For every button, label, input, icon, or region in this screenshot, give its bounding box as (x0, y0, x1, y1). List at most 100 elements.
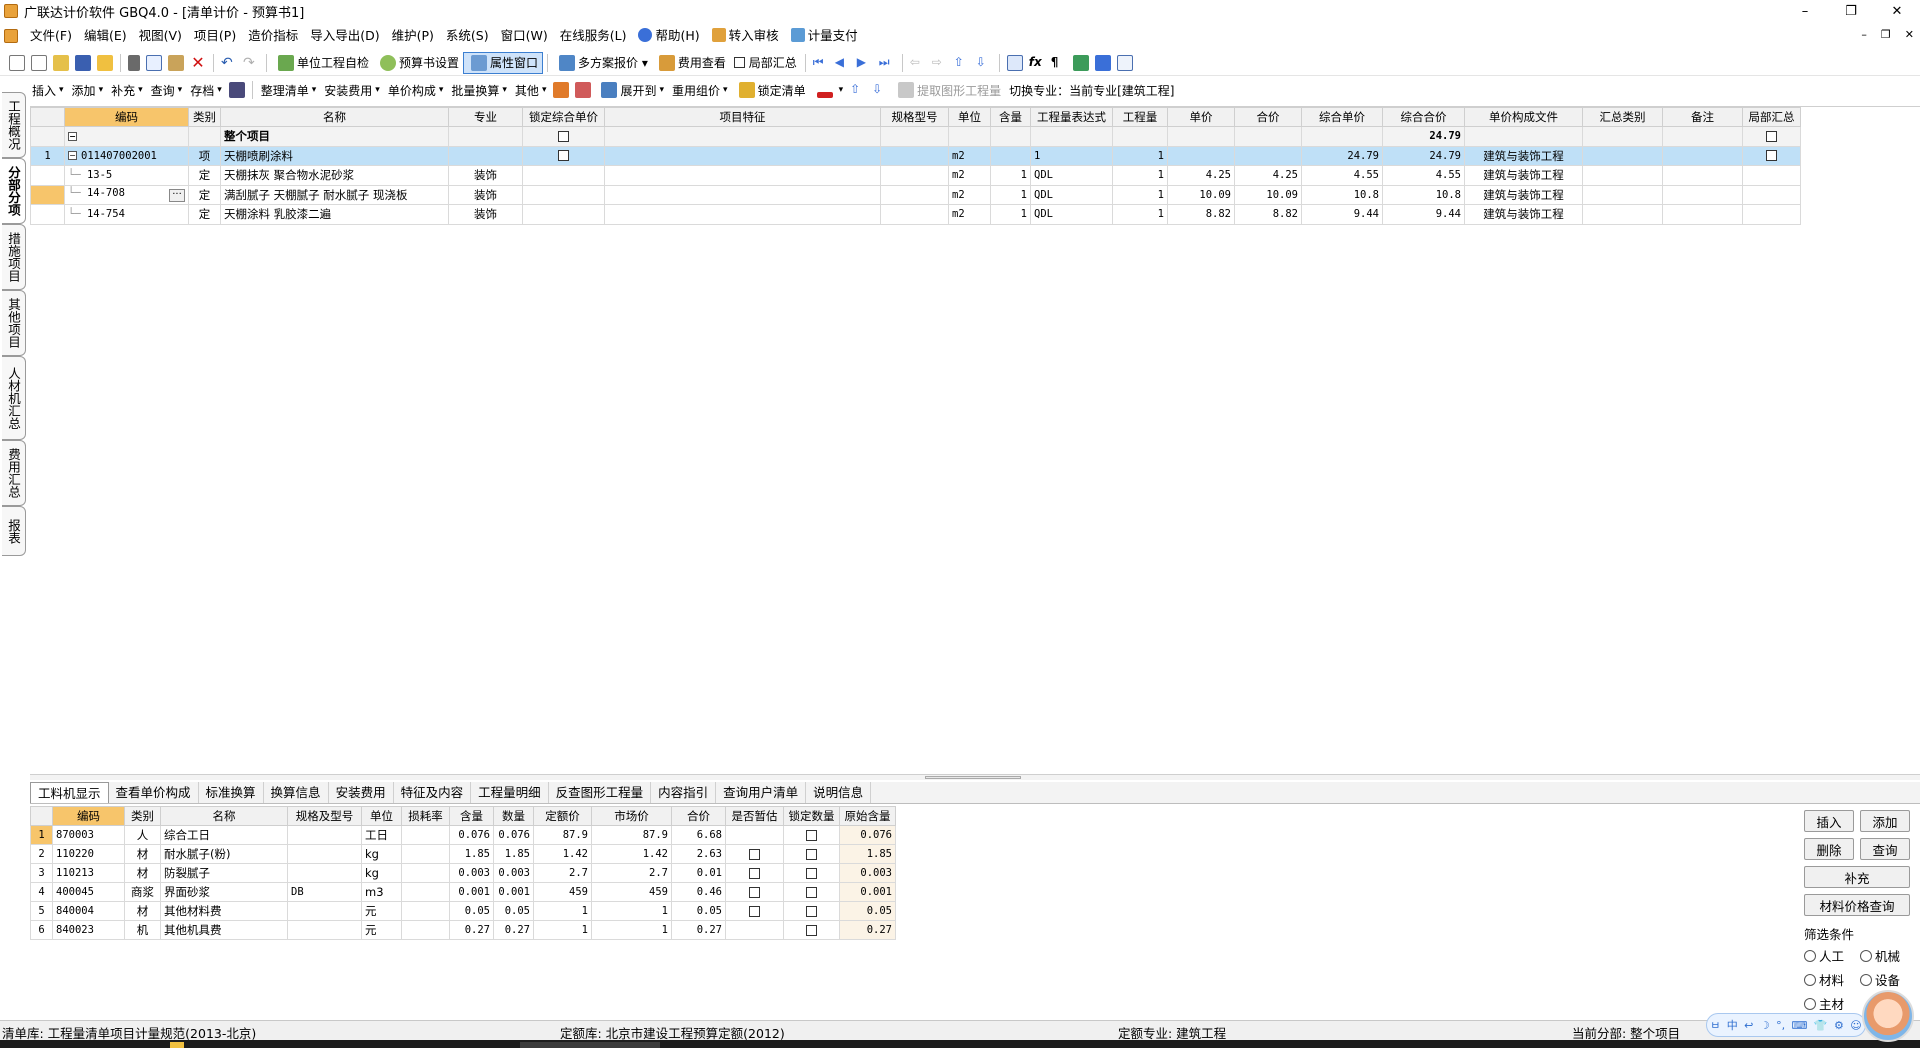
loss-rate-cell[interactable] (401, 825, 450, 845)
qty-cell[interactable]: 0.003 (493, 863, 534, 883)
budget-settings-button[interactable]: 预算书设置 (373, 52, 463, 74)
filter-material-radio[interactable]: 材料 (1804, 970, 1844, 989)
type-cell[interactable]: 定 (188, 204, 221, 225)
ime-toolbar[interactable]: ㅂ 中 ↩ ☽ °, ⌨ 👕 ⚙ ☺ (1706, 1013, 1866, 1037)
unit-cell[interactable]: m2 (948, 204, 991, 225)
checkbox-icon[interactable] (806, 848, 817, 860)
qty-cell[interactable]: 0.076 (493, 825, 534, 845)
ime-lang-icon[interactable]: 中 (1727, 1017, 1738, 1033)
loss-rate-cell[interactable] (401, 863, 450, 883)
menu-import-export[interactable]: 导入导出(D) (304, 24, 385, 48)
market-price-cell[interactable]: 1.42 (591, 844, 672, 864)
code-cell[interactable]: 400045 (52, 882, 125, 902)
mdi-close-button[interactable]: ✕ (1905, 28, 1914, 41)
tab-install-fee[interactable]: 安装费用 (329, 782, 394, 803)
amount-cell[interactable]: 6.68 (671, 825, 726, 845)
amount-cell[interactable]: 2.63 (671, 844, 726, 864)
amount-cell[interactable]: 8.82 (1234, 204, 1302, 225)
table-row[interactable]: 2 110220 材耐水腻子(粉) kg 1.85 1.85 1.42 1.42 2.63 1.8… (30, 844, 896, 864)
loss-rate-cell[interactable] (401, 882, 450, 902)
tab-unit-price-composition[interactable]: 查看单价构成 (109, 782, 199, 803)
quota-price-cell[interactable]: 2.7 (533, 863, 592, 883)
tab-measures[interactable]: 措施项目 (2, 224, 26, 290)
tab-report[interactable]: 报表 (2, 506, 26, 556)
original-content-cell[interactable]: 0.05 (839, 901, 896, 921)
column-header[interactable]: 合价 (671, 806, 726, 826)
reuse-price-dropdown[interactable]: 重用组价 (668, 79, 732, 101)
spec-cell[interactable] (287, 844, 362, 864)
content-cell[interactable]: 1 (990, 165, 1031, 186)
checkbox-icon[interactable] (806, 905, 817, 917)
tab-features-content[interactable]: 特征及内容 (394, 782, 472, 803)
column-header[interactable]: 规格及型号 (287, 806, 362, 826)
unit-cell[interactable]: m2 (948, 145, 991, 166)
new-template-icon[interactable] (31, 54, 47, 71)
open-icon[interactable] (53, 54, 69, 71)
comp-price-cell[interactable]: 10.8 (1301, 184, 1383, 205)
expr-cell[interactable]: 1 (1030, 145, 1113, 166)
amount-cell[interactable]: 0.27 (671, 920, 726, 940)
name-cell[interactable]: 界面砂浆 (160, 882, 288, 902)
estimate-cell[interactable] (725, 844, 784, 864)
type-cell[interactable]: 商浆 (124, 882, 161, 902)
column-header[interactable]: 含量 (449, 806, 494, 826)
cut-icon[interactable] (128, 54, 140, 71)
price-file-cell[interactable]: 建筑与装饰工程 (1464, 184, 1583, 205)
unit-cell[interactable]: 元 (361, 920, 402, 940)
comp-amount-cell[interactable]: 10.8 (1382, 184, 1465, 205)
checkbox-icon[interactable] (1766, 130, 1777, 142)
menu-system[interactable]: 系统(S) (440, 24, 495, 48)
delete-button[interactable]: 删除 (1804, 838, 1854, 860)
market-price-cell[interactable]: 87.9 (591, 825, 672, 845)
estimate-cell[interactable] (725, 825, 784, 845)
type-cell[interactable]: 项 (188, 145, 221, 166)
code-cell[interactable]: 840023 (52, 920, 125, 940)
new-file-icon[interactable] (9, 54, 25, 71)
amount-cell[interactable]: 10.09 (1234, 184, 1302, 205)
column-header[interactable]: 综合单价 (1301, 107, 1383, 127)
filter-machine-radio[interactable]: 机械 (1860, 946, 1900, 965)
mdi-minimize-button[interactable]: – (1861, 28, 1867, 41)
table-row[interactable]: 3 110213 材防裂腻子 kg 0.003 0.003 2.7 2.7 0.01 0.003 (30, 863, 896, 883)
close-button[interactable]: ✕ (1874, 0, 1920, 22)
switch-major-label[interactable]: 切换专业：当前专业[建筑工程] (1005, 79, 1178, 101)
move-down-icon[interactable]: ⇩ (976, 55, 992, 71)
move-right-icon[interactable]: ⇨ (932, 55, 948, 71)
checkbox-icon[interactable] (558, 150, 569, 162)
unit-cell[interactable]: kg (361, 844, 402, 864)
menu-edit[interactable]: 编辑(E) (78, 24, 133, 48)
spec-cell[interactable]: DB (287, 882, 362, 902)
tab-labor-material-display[interactable]: 工料机显示 (30, 782, 109, 803)
lock-qty-cell[interactable] (783, 844, 840, 864)
content-cell[interactable]: 1.85 (449, 844, 494, 864)
content-cell[interactable]: 0.001 (449, 882, 494, 902)
batch-convert-dropdown[interactable]: 批量换算 (447, 79, 511, 101)
column-header[interactable]: 综合合价 (1382, 107, 1465, 127)
lock-price-cell[interactable] (522, 126, 605, 147)
link-icon[interactable] (575, 82, 592, 98)
lock-qty-cell[interactable] (783, 901, 840, 921)
menu-help[interactable]: 帮助(H) (632, 24, 705, 48)
price-cell[interactable]: 8.82 (1167, 204, 1235, 225)
column-header[interactable]: 工程量表达式 (1030, 107, 1113, 127)
checkbox-icon[interactable] (749, 848, 760, 860)
expand-to-dropdown[interactable]: 展开到 (594, 79, 668, 101)
next-icon[interactable]: ▶ (857, 55, 873, 71)
tab-standard-conversion[interactable]: 标准换算 (199, 782, 264, 803)
insert-dropdown[interactable]: 插入 (28, 79, 68, 101)
original-content-cell[interactable]: 1.85 (839, 844, 896, 864)
name-cell[interactable]: 天棚涂料 乳胶漆二遍 (220, 204, 449, 225)
menu-audit[interactable]: 转入审核 (706, 24, 785, 48)
major-cell[interactable]: 装饰 (448, 165, 523, 186)
column-header[interactable]: 市场价 (591, 806, 672, 826)
move-up-icon[interactable]: ⇧ (954, 55, 970, 71)
ime-skin-icon[interactable]: 👕 (1814, 1019, 1828, 1032)
checkbox-icon[interactable] (749, 886, 760, 898)
ime-settings-icon[interactable]: ⚙ (1834, 1019, 1844, 1032)
add-button[interactable]: 添加 (1860, 810, 1910, 832)
column-header[interactable]: 专业 (448, 107, 523, 127)
code-cell[interactable]: 110213 (52, 863, 125, 883)
amount-cell[interactable] (1234, 145, 1302, 166)
menu-file[interactable]: 文件(F) (24, 24, 78, 48)
estimate-cell[interactable] (725, 901, 784, 921)
